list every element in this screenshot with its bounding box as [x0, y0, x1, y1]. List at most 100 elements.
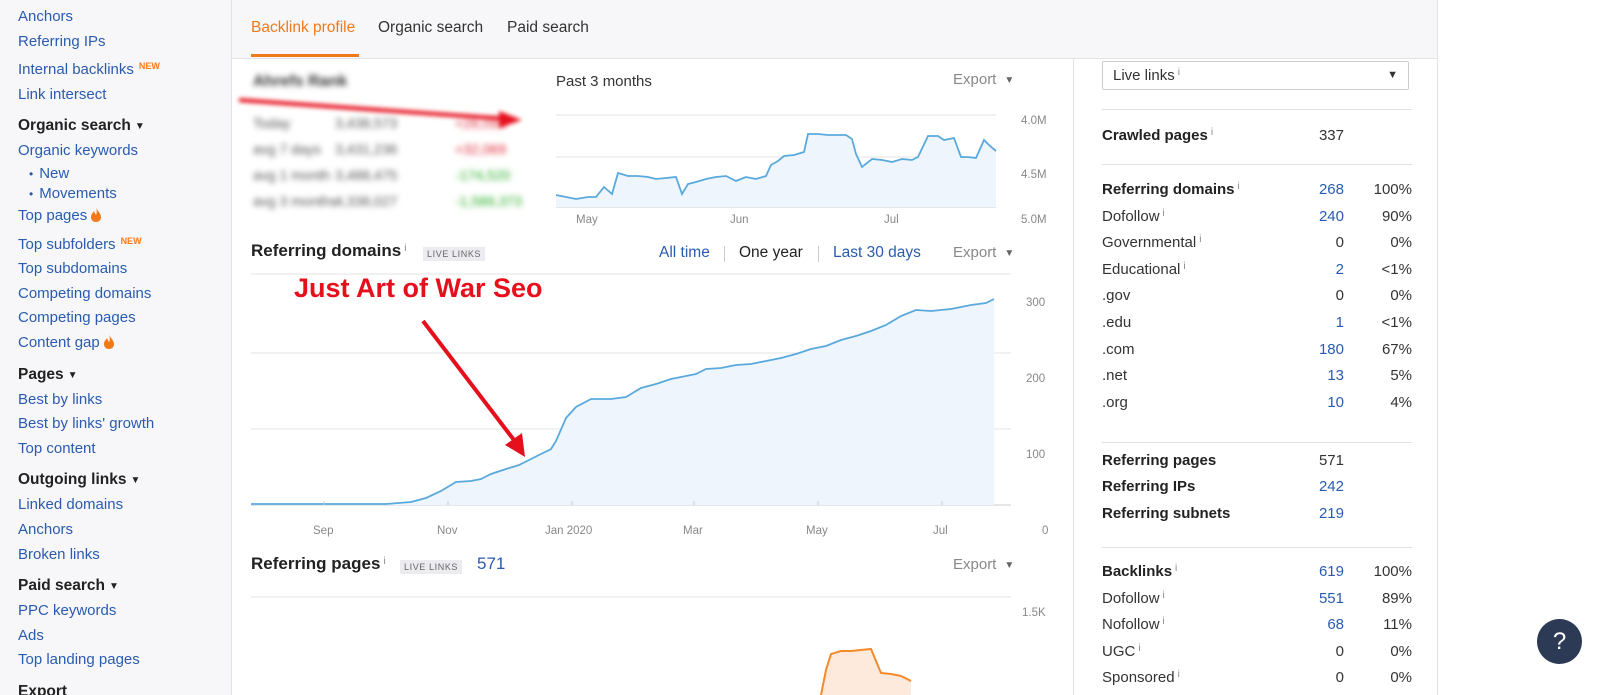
info-icon[interactable]: i [1238, 181, 1240, 192]
stat-value[interactable]: 1 [1336, 314, 1344, 331]
info-icon[interactable]: i [1163, 590, 1165, 601]
sidebar-item-best-by-links-growth[interactable]: Best by links' growth [0, 412, 231, 437]
stat-label: Referring IPs [1102, 478, 1196, 496]
sidebar-item-top-landing-pages[interactable]: Top landing pages [0, 648, 231, 673]
stat-value[interactable]: 240 [1319, 208, 1344, 225]
stat-value[interactable]: 180 [1319, 341, 1344, 358]
stat-percent: 100% [1373, 563, 1412, 580]
domains-x-label: Jul [933, 525, 948, 537]
sidebar-section-paid-search[interactable]: Paid search ▼ [0, 574, 231, 599]
referring-domains-title: Referring domains i [251, 241, 407, 260]
info-icon[interactable]: i [1211, 127, 1213, 138]
sidebar-subitem-new[interactable]: • New [0, 164, 231, 184]
stat-row-com: .com 180 67% [1102, 341, 1412, 367]
sidebar-item-top-content[interactable]: Top content [0, 437, 231, 462]
range-last-30-days[interactable]: Last 30 days [833, 244, 921, 262]
sidebar-item-label: Anchors [18, 520, 74, 538]
caret-down-icon: ▼ [134, 121, 145, 133]
sidebar-item-organic-keywords[interactable]: Organic keywords [0, 139, 231, 164]
sidebar-item-ppc-keywords[interactable]: PPC keywords [0, 599, 231, 624]
sidebar-item-top-subdomains[interactable]: Top subdomains [0, 257, 231, 282]
stat-label: .org [1102, 393, 1128, 411]
info-icon[interactable]: i [1138, 643, 1140, 654]
info-icon[interactable]: i [1183, 261, 1185, 272]
sidebar-item-linked-domains[interactable]: Linked domains [0, 493, 231, 518]
stat-value[interactable]: 68 [1327, 616, 1344, 633]
stat-label: Governmental i [1102, 234, 1202, 252]
info-icon[interactable]: i [1175, 563, 1177, 574]
sidebar-section-export[interactable]: Export [0, 680, 231, 695]
sidebar-nav: Anchors Referring IPs Internal backlinks NE… [0, 5, 231, 695]
tab-paid-search[interactable]: Paid search [507, 19, 589, 37]
sidebar-item-anchors[interactable]: Anchors [0, 5, 231, 30]
sidebar-item-referring-ips[interactable]: Referring IPs [0, 30, 231, 55]
traffic-export-button[interactable]: Export ▼ [953, 71, 1014, 88]
stat-value[interactable]: 551 [1319, 590, 1344, 607]
sidebar-subitem-movements[interactable]: • Movements [0, 184, 231, 204]
annotation-arrow [421, 319, 525, 457]
chevron-down-icon: ▼ [1387, 69, 1398, 81]
domains-x-label: Sep [313, 525, 334, 537]
sidebar-section-pages[interactable]: Pages ▼ [0, 363, 231, 388]
stat-value[interactable]: 242 [1319, 478, 1344, 495]
help-button[interactable]: ? [1537, 619, 1582, 664]
pages-export-button[interactable]: Export ▼ [953, 556, 1014, 573]
stat-percent: 90% [1381, 207, 1412, 225]
info-icon[interactable]: i [1163, 208, 1165, 219]
sidebar-item-label: Competing domains [18, 284, 152, 302]
caret-down-icon: ▼ [130, 475, 141, 487]
sidebar-item-anchors[interactable]: Anchors [0, 518, 231, 543]
stat-label: Crawled pages i [1102, 127, 1214, 144]
info-icon[interactable]: i [383, 556, 385, 567]
info-icon[interactable]: i [404, 243, 406, 254]
stat-value[interactable]: 13 [1327, 367, 1344, 384]
stat-label: Nofollow i [1102, 616, 1165, 634]
traffic-x-label: May [576, 214, 598, 226]
sidebar-item-link-intersect[interactable]: Link intersect [0, 83, 231, 108]
sidebar-item-label: Referring IPs [18, 32, 106, 50]
sidebar-item-broken-links[interactable]: Broken links [0, 543, 231, 568]
stat-value[interactable]: 2 [1336, 261, 1344, 278]
blurred-cell: avg 7 days [253, 141, 321, 157]
new-badge: NEW [138, 61, 160, 72]
live-links-select[interactable]: Live links i ▼ [1102, 61, 1409, 90]
stat-percent: 11% [1383, 616, 1412, 634]
stat-value[interactable]: 268 [1319, 181, 1344, 198]
blurred-cell: -174,520 [455, 167, 511, 183]
stat-percent: 0% [1390, 234, 1412, 252]
sidebar-item-competing-domains[interactable]: Competing domains [0, 282, 231, 307]
domains-export-button[interactable]: Export ▼ [953, 244, 1014, 261]
range-all-time[interactable]: All time [659, 244, 710, 262]
sidebar-item-content-gap[interactable]: Content gap [0, 331, 231, 356]
sidebar: Anchors Referring IPs Internal backlinks NE… [0, 0, 232, 695]
stat-value[interactable]: 619 [1319, 563, 1344, 580]
range-one-year[interactable]: One year [739, 244, 803, 262]
sidebar-item-label: Content gap [18, 333, 100, 351]
stat-value: 0 [1335, 642, 1344, 660]
sidebar-item-internal-backlinks[interactable]: Internal backlinks NEW [0, 54, 231, 83]
stat-value[interactable]: 219 [1319, 505, 1344, 522]
stat-value: 337 [1318, 127, 1344, 144]
tab-backlink-profile[interactable]: Backlink profile [251, 19, 355, 37]
stat-value[interactable]: 10 [1327, 394, 1344, 411]
info-icon[interactable]: i [1163, 616, 1165, 627]
info-icon[interactable]: i [1199, 234, 1201, 245]
sidebar-item-top-subfolders[interactable]: Top subfolders NEW [0, 229, 231, 258]
stat-label: .com [1102, 340, 1135, 358]
domains-y-label: 0 [1042, 525, 1049, 537]
tab-organic-search[interactable]: Organic search [378, 19, 483, 37]
bullet-icon: • [29, 166, 34, 181]
sidebar-item-competing-pages[interactable]: Competing pages [0, 306, 231, 331]
sidebar-section-outgoing-links[interactable]: Outgoing links ▼ [0, 468, 231, 493]
stat-label: UGC i [1102, 642, 1141, 660]
stat-row-sponsored: Sponsored i 0 0% [1102, 669, 1412, 695]
referring-pages-count[interactable]: 571 [477, 554, 505, 574]
sidebar-item-ads[interactable]: Ads [0, 624, 231, 649]
stat-percent: 67% [1381, 340, 1412, 358]
sidebar-item-best-by-links[interactable]: Best by links [0, 388, 231, 413]
right-margin [1437, 0, 1600, 695]
sidebar-item-top-pages[interactable]: Top pages [0, 204, 231, 229]
sidebar-section-organic-search[interactable]: Organic search ▼ [0, 114, 231, 139]
info-icon[interactable]: i [1178, 669, 1180, 680]
stat-label: Referring domains i [1102, 181, 1240, 198]
